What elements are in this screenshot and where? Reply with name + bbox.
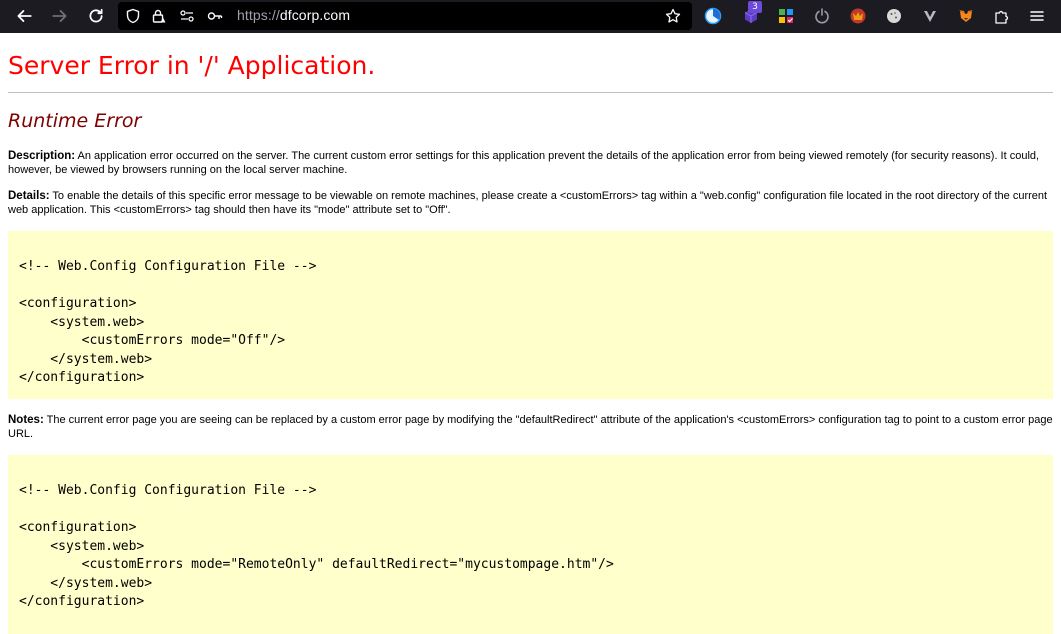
page-title: Server Error in '/' Application. bbox=[8, 51, 376, 80]
url-host: dfcorp.com bbox=[279, 7, 351, 23]
code-block-remote-only: <!-- Web.Config Configuration File --> <… bbox=[8, 455, 1053, 634]
grid-extension-icon[interactable] bbox=[776, 6, 796, 26]
extensions-puzzle-icon[interactable] bbox=[992, 6, 1012, 26]
back-button[interactable] bbox=[11, 4, 37, 28]
bookmark-star-icon[interactable] bbox=[664, 7, 682, 25]
notes-label: Notes: bbox=[8, 414, 44, 426]
menu-icon[interactable] bbox=[1027, 6, 1047, 26]
description-paragraph: Description: An application error occurr… bbox=[8, 150, 1056, 177]
extension-badge: 3 bbox=[748, 1, 762, 13]
browser-toolbar: https://dfcorp.com 3 bbox=[0, 0, 1061, 33]
code-text-remote-only: <!-- Web.Config Configuration File --> <… bbox=[19, 483, 614, 609]
divider bbox=[8, 92, 1053, 93]
cookie-extension-icon[interactable] bbox=[884, 6, 904, 26]
fox-extension-icon[interactable] bbox=[848, 6, 868, 26]
code-text-off: <!-- Web.Config Configuration File --> <… bbox=[19, 259, 317, 385]
code-block-off: <!-- Web.Config Configuration File --> <… bbox=[8, 231, 1053, 399]
metamask-fox-icon[interactable] bbox=[956, 6, 976, 26]
reload-icon bbox=[89, 8, 103, 23]
description-label: Description: bbox=[8, 150, 76, 162]
pie-chart-extension-icon[interactable] bbox=[703, 6, 723, 26]
reload-button[interactable] bbox=[83, 4, 109, 28]
page-content: Server Error in '/' Application. Runtime… bbox=[0, 33, 1061, 634]
key-icon[interactable] bbox=[206, 7, 224, 25]
notes-text: The current error page you are seeing ca… bbox=[8, 414, 1053, 440]
arrow-right-icon bbox=[52, 10, 67, 22]
description-text: An application error occurred on the ser… bbox=[8, 150, 1040, 176]
details-text: To enable the details of this specific e… bbox=[8, 190, 1048, 216]
url-scheme: https:// bbox=[237, 7, 280, 23]
details-paragraph: Details: To enable the details of this s… bbox=[8, 190, 1056, 217]
power-extension-icon[interactable] bbox=[812, 6, 832, 26]
shield-icon[interactable] bbox=[124, 7, 142, 25]
vee-extension-icon[interactable] bbox=[920, 6, 940, 26]
details-label: Details: bbox=[8, 190, 50, 202]
permissions-icon[interactable] bbox=[178, 7, 196, 25]
url-text[interactable]: https://dfcorp.com bbox=[237, 7, 350, 23]
lock-warning-icon[interactable] bbox=[150, 7, 168, 25]
url-bar[interactable] bbox=[118, 2, 692, 30]
arrow-left-icon bbox=[17, 10, 32, 22]
notes-paragraph: Notes: The current error page you are se… bbox=[8, 414, 1056, 441]
error-subtitle: Runtime Error bbox=[8, 110, 142, 132]
forward-button[interactable] bbox=[47, 4, 73, 28]
